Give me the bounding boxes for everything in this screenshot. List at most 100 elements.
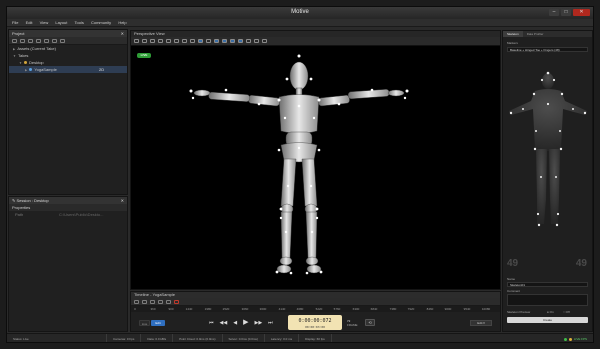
step-forward-icon[interactable]: ▶▶ (254, 319, 262, 327)
camera-icon[interactable] (142, 39, 147, 43)
status-indicator: LIVE FPS (564, 337, 593, 341)
template-select[interactable]: Baseline + Hinged Toe + Fingers (48) (507, 47, 588, 52)
take-icon (29, 68, 33, 72)
status-cameras: Cameras: 0 Fps (107, 333, 142, 342)
refresh-icon[interactable] (60, 38, 65, 43)
properties-label: Properties (12, 205, 31, 210)
timeline-ruler[interactable]: 0 360 900 1440 1980 2520 3060 3600 4140 … (131, 306, 500, 312)
property-row[interactable]: Path C:\Users\Public\Deskto... (9, 211, 127, 218)
status-data: Data: 0.0 kB/s (141, 333, 174, 342)
measure-icon[interactable] (246, 39, 251, 43)
zoom-icon[interactable] (254, 39, 259, 43)
edit-menu-button[interactable]: Edit ▾ (470, 320, 492, 326)
close-button[interactable]: ✕ (573, 9, 590, 16)
settings-icon[interactable] (52, 38, 57, 43)
builder-panel: Skeleton Data Profiler Markers Baseline … (502, 30, 593, 332)
import-icon[interactable] (36, 38, 41, 43)
timeline-panel: Timeline - YogaSample 0 360 900 1440 198… (130, 291, 501, 332)
menu-view[interactable]: View (37, 19, 52, 27)
ruler-tick: 5220 (315, 307, 323, 311)
preview-off-radio[interactable]: ○ Off (563, 310, 570, 315)
open-folder-icon[interactable] (20, 38, 25, 43)
bookmark-icon[interactable] (158, 299, 163, 304)
menu-help[interactable]: Help (115, 19, 129, 27)
lock-icon[interactable] (142, 299, 147, 304)
expand-arrow-icon[interactable]: ▶ (25, 67, 27, 74)
menu-edit[interactable]: Edit (23, 19, 36, 27)
translate-tool-icon[interactable] (222, 39, 227, 43)
tree-item-label: Takes (17, 53, 29, 58)
minimize-button[interactable]: – (549, 9, 559, 16)
tree-item-label: YogaSample (34, 67, 57, 72)
perspective-view[interactable]: Perspective View LIVE (130, 30, 501, 290)
rigid-body-icon[interactable] (166, 39, 171, 43)
status-text: Status: Live (7, 333, 107, 342)
app-window: Motive – □ ✕ File Edit View Layout Tools… (6, 6, 594, 343)
export-icon[interactable] (44, 38, 49, 43)
zoom-fit-icon[interactable] (134, 299, 139, 304)
ruler-tick: 4140 (278, 307, 286, 311)
take-type-label: 2D (99, 67, 105, 72)
close-panel-icon[interactable]: ✕ (121, 30, 124, 37)
select-tool-icon[interactable] (214, 39, 219, 43)
play-back-icon[interactable]: ◀ (233, 319, 237, 327)
ruler-tick: 360 (150, 307, 156, 311)
selection-range-icon[interactable] (150, 299, 155, 304)
tree-item-takes[interactable]: ▼ Takes (9, 52, 127, 59)
scale-tool-icon[interactable] (238, 39, 243, 43)
new-icon[interactable] (12, 38, 17, 43)
loop-button[interactable]: ⟲ (365, 319, 375, 326)
marker-icon[interactable] (150, 39, 155, 43)
preview-on-radio[interactable]: ● On (547, 310, 554, 315)
live-led-icon (564, 337, 568, 341)
skeleton-icon[interactable] (158, 39, 163, 43)
project-toolbar (9, 37, 127, 45)
maximize-button[interactable]: □ (561, 9, 571, 16)
ruler-tick: 3060 (241, 307, 249, 311)
play-icon[interactable]: ▶ (243, 319, 248, 327)
step-back-icon[interactable]: ◀◀ (220, 319, 228, 327)
save-icon[interactable] (28, 38, 33, 43)
record-icon[interactable] (174, 299, 179, 304)
view-mode-icon[interactable] (198, 39, 203, 43)
menu-tools[interactable]: Tools (71, 19, 86, 27)
edit-mode-button[interactable]: Edit (151, 320, 165, 326)
close-panel-icon[interactable]: ✕ (121, 197, 124, 204)
grid-icon[interactable] (134, 39, 139, 43)
marker-filter-icon[interactable] (166, 299, 171, 304)
skip-end-icon[interactable]: ⏭ (268, 319, 273, 327)
ruler-tick: 900 (168, 307, 174, 311)
radio-off-label: Off (565, 310, 570, 314)
split-view-icon[interactable] (206, 39, 211, 43)
frame-label: FRAME (347, 323, 358, 327)
tab-skeleton[interactable]: Skeleton (503, 31, 523, 37)
menu-layout[interactable]: Layout (52, 19, 70, 27)
tab-data-profiler[interactable]: Data Profiler (523, 31, 548, 37)
live-mode-button[interactable]: Live (139, 320, 150, 326)
rotate-tool-icon[interactable] (230, 39, 235, 43)
comment-input[interactable] (507, 294, 588, 306)
radio-on-label: On (549, 310, 554, 314)
name-input[interactable]: Skeleton01 (507, 282, 588, 287)
menu-bar: File Edit View Layout Tools Community He… (7, 19, 593, 27)
tree-item-assets[interactable]: ▶ Assets (Current Take) (9, 45, 127, 52)
name-value: Skeleton01 (510, 283, 526, 287)
layers-icon[interactable] (182, 39, 187, 43)
preview-row: Skeleton Preview ● On ○ Off (503, 310, 592, 315)
window-title: Motive (291, 9, 309, 15)
create-button[interactable]: Create (507, 317, 588, 323)
preview-label: Skeleton Preview (507, 310, 531, 314)
filter-icon[interactable] (190, 39, 195, 43)
menu-file[interactable]: File (7, 19, 21, 27)
skip-start-icon[interactable]: ⏮ (209, 319, 214, 327)
ruler-tick: 7920 (407, 307, 415, 311)
visibility-icon[interactable] (174, 39, 179, 43)
ruler-tick: 6300 (352, 307, 360, 311)
timecode-value: 0:00:00:072 (298, 318, 332, 324)
settings-icon[interactable] (262, 39, 267, 43)
properties-header: Properties (9, 204, 127, 211)
tree-item-desktop[interactable]: ▼ Desktop (9, 59, 127, 66)
ruler-tick: 7380 (389, 307, 397, 311)
menu-community[interactable]: Community (88, 19, 114, 27)
tree-item-yogasample[interactable]: ▶ YogaSample 2D (9, 66, 127, 73)
